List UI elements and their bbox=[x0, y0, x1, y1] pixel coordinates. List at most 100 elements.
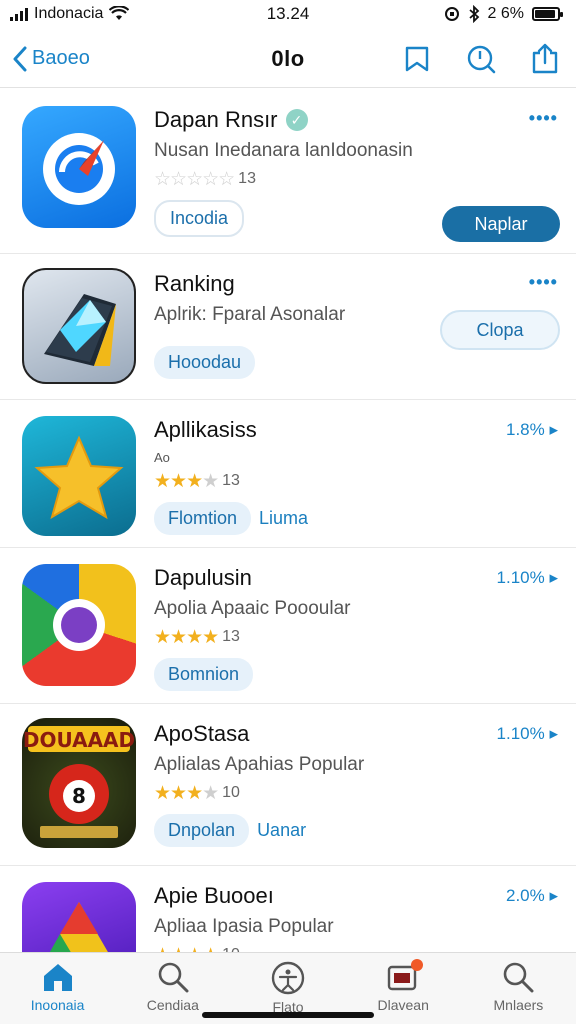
app-name: Apie Buooeı bbox=[154, 883, 274, 908]
nav-actions bbox=[400, 42, 562, 76]
tag-link[interactable]: Uanar bbox=[257, 820, 306, 841]
app-icon-compass[interactable] bbox=[22, 106, 136, 228]
list-item[interactable]: Dapan Rnsır ✓ Nusan Inedanara lanIdoonas… bbox=[0, 90, 576, 254]
tab-bar: Inoonaia Cendiaa Flato Dlavean Mnlaers bbox=[0, 952, 576, 1024]
status-right: 2 6% bbox=[444, 5, 563, 23]
drive-icon bbox=[47, 902, 111, 956]
rating: ☆☆☆☆☆ 13 bbox=[154, 168, 556, 190]
app-subtitle: Apolia Apaaic Poooular bbox=[154, 598, 351, 619]
clock-search-icon bbox=[467, 45, 496, 73]
list-item[interactable]: Ranking Aplrik: Fparal Asonalar Hooodau … bbox=[0, 254, 576, 400]
rating: ★★★★ 13 bbox=[154, 470, 556, 492]
tags: Dnpolan Uanar bbox=[154, 814, 556, 847]
back-label: Baoeo bbox=[32, 47, 90, 69]
star-rating-icon: ★★★★ bbox=[154, 782, 219, 804]
list-item[interactable]: Apllikasiss Ao ★★★★ 13 Flomtion Liuma 1.… bbox=[0, 400, 576, 548]
rating: ★★★★ 10 bbox=[154, 782, 556, 804]
search-icon bbox=[158, 962, 189, 993]
bookmark-button[interactable] bbox=[400, 42, 434, 76]
star-rating-icon: ★★★★ bbox=[154, 470, 219, 492]
browser-icon bbox=[53, 599, 105, 651]
search-icon bbox=[504, 962, 534, 993]
tab-label: Inoonaia bbox=[30, 997, 85, 1013]
tags: Flomtion Liuma bbox=[154, 502, 556, 535]
list-item[interactable]: Apie Buooeı Apliaa Ipasia Popular ★★★★ 1… bbox=[0, 866, 576, 956]
signal-icon bbox=[10, 7, 28, 21]
notification-badge bbox=[410, 959, 423, 971]
tab-label: Mnlaers bbox=[493, 997, 544, 1013]
wifi-icon bbox=[109, 6, 130, 20]
open-button[interactable]: Clopa bbox=[440, 310, 560, 350]
rank-change-value: 1.8% bbox=[505, 420, 545, 439]
app-icon-drive[interactable] bbox=[22, 882, 136, 956]
list-item[interactable]: DOUAAAD 8 ApoStasa Aplialas Apahias Popu… bbox=[0, 704, 576, 866]
list-item[interactable]: Dapulusin Apolia Apaaic Poooular ★★★★ 13… bbox=[0, 548, 576, 704]
rank-change-value: 1.10% bbox=[496, 724, 545, 743]
app-name: Ranking bbox=[154, 271, 235, 296]
tab-search-alt[interactable]: Mnlaers bbox=[461, 953, 576, 1024]
app-subtitle: Apliaa Ipasia Popular bbox=[154, 916, 334, 937]
rating-count: 13 bbox=[238, 170, 256, 187]
share-button[interactable] bbox=[528, 42, 562, 76]
category-tag[interactable]: Hooodau bbox=[154, 346, 256, 379]
carrier-label: Indonacia bbox=[34, 5, 104, 22]
app-icon-game[interactable]: DOUAAAD 8 bbox=[22, 718, 136, 848]
app-name: Apllikasiss bbox=[154, 417, 257, 442]
category-tag[interactable]: Incodia bbox=[154, 200, 245, 237]
share-icon bbox=[532, 43, 558, 73]
rotation-lock-icon bbox=[444, 7, 459, 21]
battery-icon bbox=[532, 7, 563, 21]
rank-change: 1.10% ▸ bbox=[496, 568, 558, 587]
category-tag[interactable]: Flomtion bbox=[154, 502, 252, 535]
svg-text:8: 8 bbox=[72, 784, 86, 808]
status-bar: Indonacia 13.24 2 6% bbox=[0, 0, 576, 28]
home-icon bbox=[43, 964, 72, 991]
star-rating-icon: ★★★★ bbox=[154, 626, 219, 648]
more-options-icon[interactable]: •••• bbox=[529, 272, 558, 293]
rating-count: 13 bbox=[222, 472, 240, 489]
compass-icon bbox=[43, 133, 115, 205]
explore-icon bbox=[271, 961, 305, 995]
app-icon-star[interactable] bbox=[22, 416, 136, 536]
svg-text:DOUAAAD: DOUAAAD bbox=[23, 728, 135, 752]
tab-home[interactable]: Inoonaia bbox=[0, 953, 115, 1024]
app-name: Dapan Rnsır ✓ bbox=[154, 106, 556, 134]
star-rating-icon: ☆☆☆☆☆ bbox=[154, 168, 235, 190]
app-name-text: Dapan Rnsır bbox=[154, 107, 278, 132]
battery-percent: 2 6% bbox=[487, 5, 524, 22]
status-left: Indonacia bbox=[10, 5, 130, 23]
category-tag[interactable]: Dnpolan bbox=[154, 814, 250, 847]
rating: ★★★★ 13 bbox=[154, 626, 556, 648]
get-button[interactable]: Naplar bbox=[442, 206, 560, 242]
rank-change: 1.10% ▸ bbox=[496, 724, 558, 743]
home-indicator bbox=[202, 1012, 374, 1018]
rank-change: 2.0% ▸ bbox=[505, 886, 558, 905]
app-subtitle: Aplialas Apahias Popular bbox=[154, 754, 365, 775]
app-subtitle: Nusan Inedanara lanIdoonasin bbox=[154, 140, 413, 161]
rank-change-value: 1.10% bbox=[496, 568, 545, 587]
history-button[interactable] bbox=[464, 42, 498, 76]
app-icon-crystal[interactable] bbox=[22, 268, 136, 384]
chevron-left-icon bbox=[13, 46, 27, 71]
tab-label: Cendiaa bbox=[146, 997, 199, 1013]
page-title: 0lo bbox=[271, 45, 305, 71]
star-icon bbox=[34, 435, 124, 520]
category-tag[interactable]: Bomnion bbox=[154, 658, 254, 691]
rating-count: 13 bbox=[222, 628, 240, 645]
app-info: Apllikasiss Ao ★★★★ 13 Flomtion Liuma bbox=[154, 416, 556, 535]
status-time: 13.24 bbox=[266, 4, 310, 23]
game-character-icon: DOUAAAD 8 bbox=[23, 726, 135, 838]
app-icon-chrome[interactable] bbox=[22, 564, 136, 686]
nav-bar: Baoeo 0lo bbox=[0, 30, 576, 88]
crystal-icon bbox=[44, 294, 116, 366]
bluetooth-icon bbox=[468, 5, 479, 23]
rank-change: 1.8% ▸ bbox=[505, 420, 558, 439]
tags: Bomnion bbox=[154, 658, 556, 691]
rating-count: 10 bbox=[222, 784, 240, 801]
rank-change-value: 2.0% bbox=[505, 886, 545, 905]
app-list: Dapan Rnsır ✓ Nusan Inedanara lanIdoonas… bbox=[0, 90, 576, 956]
back-button[interactable]: Baoeo bbox=[0, 46, 90, 72]
tab-label: Dlavean bbox=[377, 997, 429, 1013]
tag-link[interactable]: Liuma bbox=[259, 508, 308, 529]
more-options-icon[interactable]: •••• bbox=[529, 108, 558, 129]
